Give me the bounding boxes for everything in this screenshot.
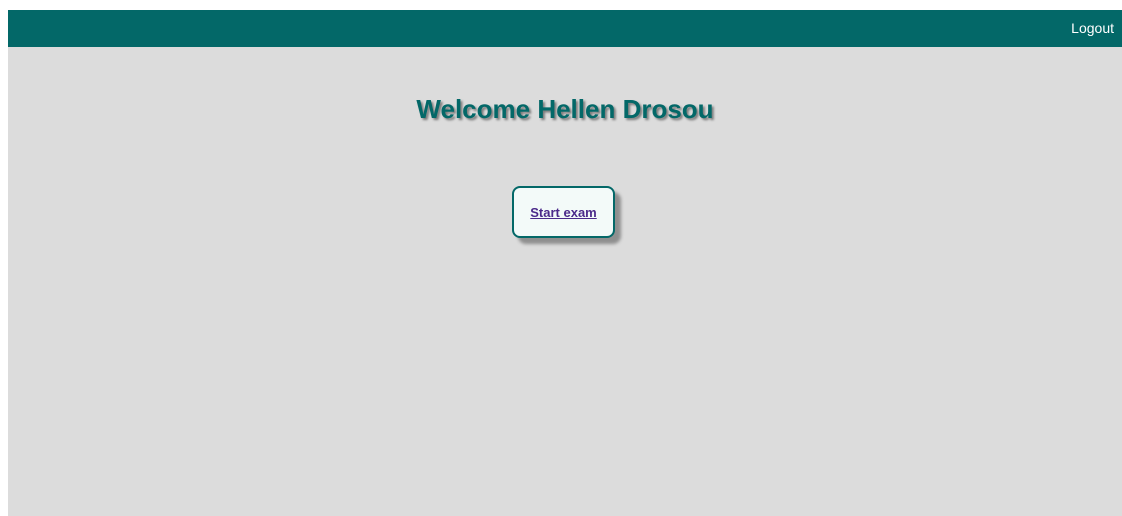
welcome-heading: Welcome Hellen Drosou: [416, 94, 714, 124]
start-exam-link[interactable]: Start exam: [530, 205, 596, 220]
logout-link[interactable]: Logout: [1071, 20, 1114, 36]
page-content: Logout Welcome Hellen Drosou Start exam: [8, 10, 1122, 516]
top-navbar: Logout: [8, 10, 1122, 47]
start-exam-button[interactable]: Start exam: [512, 186, 615, 238]
